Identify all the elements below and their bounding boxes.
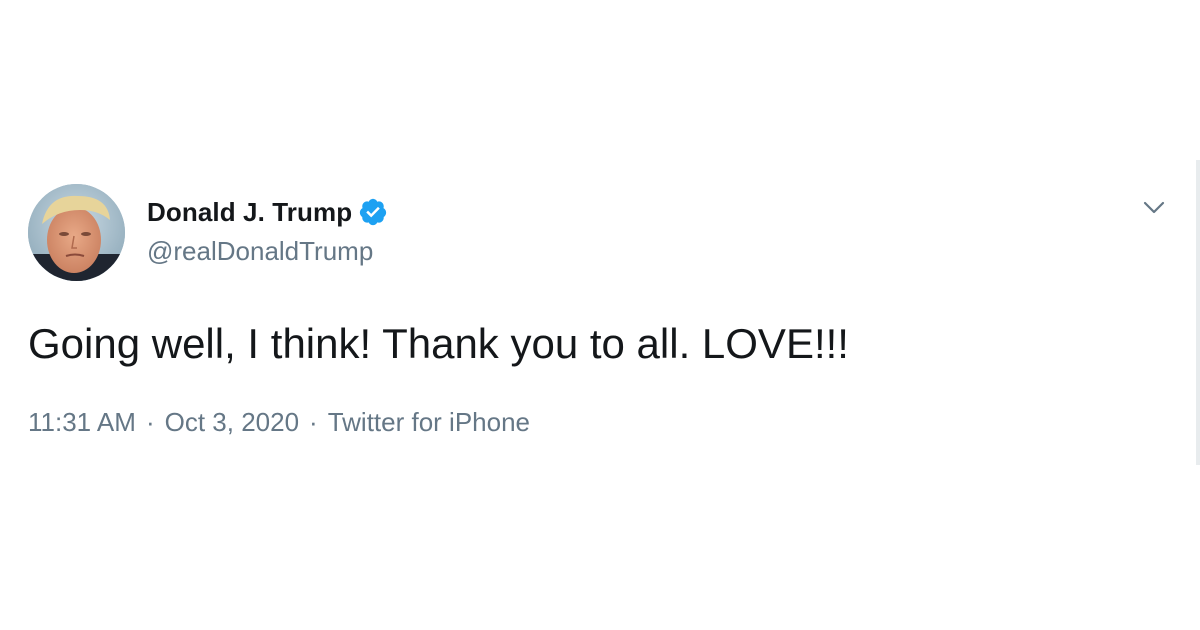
author-name-row: Donald J. Trump (147, 194, 388, 230)
tweet-meta: 11:31 AM · Oct 3, 2020 · Twitter for iPh… (28, 407, 530, 438)
author-handle[interactable]: @realDonaldTrump (147, 236, 373, 267)
meta-separator: · (145, 407, 155, 437)
tweet-text: Going well, I think! Thank you to all. L… (28, 320, 849, 367)
tweet-card: Donald J. Trump @realDonaldTrump Going w… (0, 0, 1200, 630)
author-display-name[interactable]: Donald J. Trump (147, 197, 352, 228)
profile-avatar[interactable] (28, 184, 125, 281)
tweet-date[interactable]: Oct 3, 2020 (165, 407, 299, 438)
scrollbar-edge (1196, 160, 1200, 465)
chevron-down-icon[interactable] (1140, 196, 1168, 220)
meta-separator: · (309, 407, 318, 437)
avatar-image (28, 184, 125, 281)
tweet-source[interactable]: Twitter for iPhone (328, 407, 530, 438)
tweet-time[interactable]: 11:31 AM (28, 407, 136, 438)
verified-badge-icon (358, 197, 388, 227)
